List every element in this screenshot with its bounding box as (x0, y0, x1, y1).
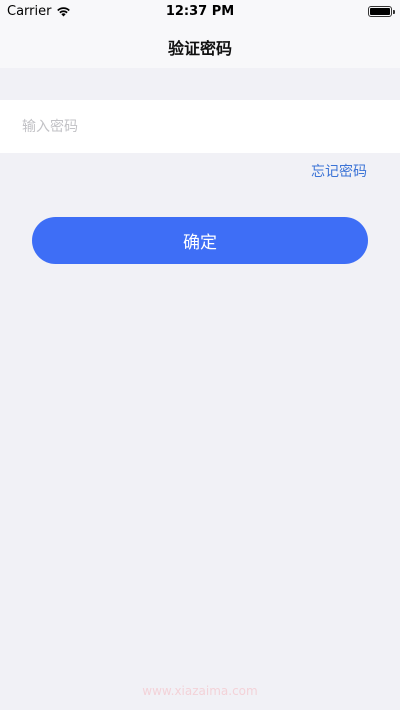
password-input[interactable] (22, 100, 382, 153)
battery-cap (393, 10, 395, 14)
watermark: www.xiazaima.com (142, 684, 258, 698)
password-field-row (0, 100, 400, 153)
forgot-password-link[interactable]: 忘记密码 (311, 161, 367, 181)
screen: Carrier 12:37 PM 验证密码 忘记密码 确定 www.xiazai… (0, 0, 400, 710)
confirm-button[interactable]: 确定 (32, 217, 368, 264)
nav-bar: 验证密码 (0, 24, 400, 68)
battery-icon (368, 6, 395, 17)
status-bar: Carrier 12:37 PM (0, 0, 400, 24)
page-title: 验证密码 (167, 39, 232, 58)
status-time: 12:37 PM (165, 4, 235, 19)
battery-fill (370, 8, 390, 15)
